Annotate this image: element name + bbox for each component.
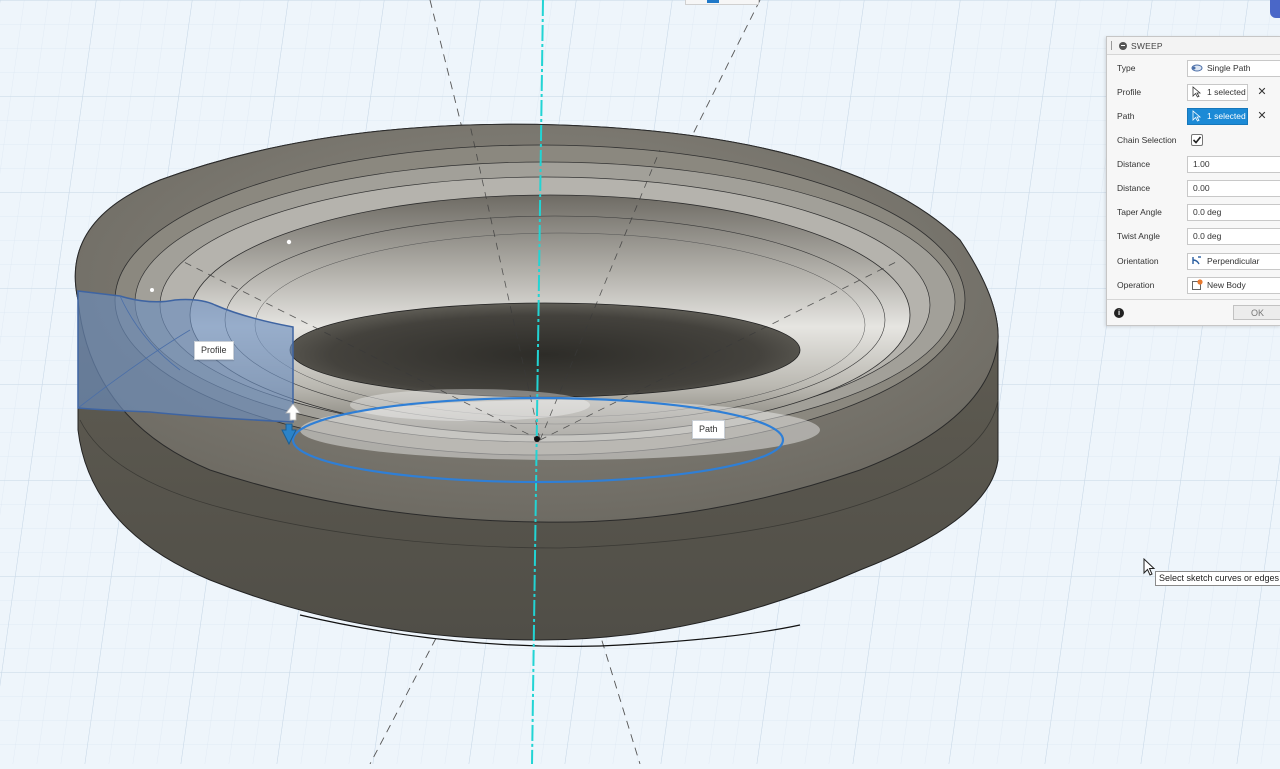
twist-angle-input[interactable] bbox=[1193, 231, 1273, 241]
distance-1-field[interactable] bbox=[1187, 155, 1280, 173]
distance-1-row: Distance bbox=[1107, 152, 1280, 176]
drag-grip-icon[interactable] bbox=[1111, 41, 1114, 50]
dialog-title: SWEEP bbox=[1131, 40, 1163, 51]
taper-angle-field[interactable] bbox=[1187, 203, 1280, 221]
new-body-icon bbox=[1192, 279, 1203, 290]
sweep-dialog: SWEEP Type Single Path Profile 1 selecte… bbox=[1106, 36, 1280, 326]
clear-path-button[interactable]: ✕ bbox=[1257, 111, 1267, 122]
orientation-value: Perpendicular bbox=[1207, 256, 1260, 266]
type-label: Type bbox=[1117, 63, 1136, 73]
operation-label: Operation bbox=[1117, 280, 1155, 290]
taper-angle-label: Taper Angle bbox=[1117, 207, 1162, 217]
taper-angle-row: Taper Angle bbox=[1107, 200, 1280, 224]
info-icon[interactable]: i bbox=[1114, 308, 1124, 318]
orientation-row: Orientation Perpendicular bbox=[1107, 249, 1280, 273]
dialog-header[interactable]: SWEEP bbox=[1107, 37, 1280, 55]
orientation-dropdown[interactable]: Perpendicular bbox=[1187, 252, 1280, 270]
distance-2-field[interactable] bbox=[1187, 179, 1280, 197]
collapse-icon[interactable] bbox=[1119, 41, 1127, 50]
distance-1-input[interactable] bbox=[1193, 159, 1273, 169]
profile-label: Profile bbox=[194, 341, 234, 360]
path-field-label: Path bbox=[1117, 111, 1135, 121]
twist-angle-row: Twist Angle bbox=[1107, 224, 1280, 248]
taper-angle-input[interactable] bbox=[1193, 207, 1273, 217]
profile-selector[interactable]: 1 selected bbox=[1187, 83, 1248, 101]
view-cube-tab[interactable] bbox=[685, 0, 759, 5]
model-canvas[interactable] bbox=[0, 0, 1280, 765]
operation-dropdown[interactable]: New Body bbox=[1187, 276, 1280, 294]
type-dropdown[interactable]: Single Path bbox=[1187, 59, 1280, 77]
checkmark-icon bbox=[1192, 136, 1202, 144]
orientation-label: Orientation bbox=[1117, 256, 1159, 266]
distance-1-label: Distance bbox=[1117, 159, 1151, 169]
orientation-icon bbox=[1192, 256, 1201, 265]
path-selector[interactable]: 1 selected bbox=[1187, 107, 1248, 125]
chain-selection-row: Chain Selection bbox=[1107, 128, 1280, 152]
selection-tooltip: Select sketch curves or edges bbox=[1155, 571, 1280, 586]
distance-2-label: Distance bbox=[1117, 183, 1151, 193]
operation-value: New Body bbox=[1207, 280, 1246, 290]
twist-angle-label: Twist Angle bbox=[1117, 231, 1160, 241]
3d-viewport[interactable]: Profile Path Select sketch curves or edg… bbox=[0, 0, 1280, 765]
path-label: Path bbox=[692, 420, 725, 439]
type-value: Single Path bbox=[1207, 63, 1251, 73]
dialog-footer: i OK bbox=[1107, 299, 1280, 326]
profile-field-label: Profile bbox=[1117, 87, 1142, 97]
twist-angle-field[interactable] bbox=[1187, 227, 1280, 245]
chain-selection-checkbox[interactable] bbox=[1191, 134, 1203, 146]
ok-button[interactable]: OK bbox=[1233, 305, 1280, 320]
select-arrow-icon bbox=[1192, 86, 1202, 98]
corner-tab[interactable] bbox=[1270, 0, 1280, 18]
clear-profile-button[interactable]: ✕ bbox=[1257, 87, 1267, 98]
profile-value: 1 selected bbox=[1207, 87, 1246, 97]
distance-2-row: Distance bbox=[1107, 176, 1280, 200]
select-arrow-icon bbox=[1192, 110, 1202, 122]
type-row: Type Single Path bbox=[1107, 56, 1280, 80]
single-path-icon bbox=[1191, 64, 1203, 72]
chain-selection-label: Chain Selection bbox=[1117, 135, 1177, 145]
path-value: 1 selected bbox=[1207, 111, 1246, 121]
distance-2-input[interactable] bbox=[1193, 183, 1273, 193]
path-row: Path 1 selected ✕ bbox=[1107, 104, 1280, 128]
operation-row: Operation New Body bbox=[1107, 273, 1280, 297]
profile-row: Profile 1 selected ✕ bbox=[1107, 80, 1280, 104]
